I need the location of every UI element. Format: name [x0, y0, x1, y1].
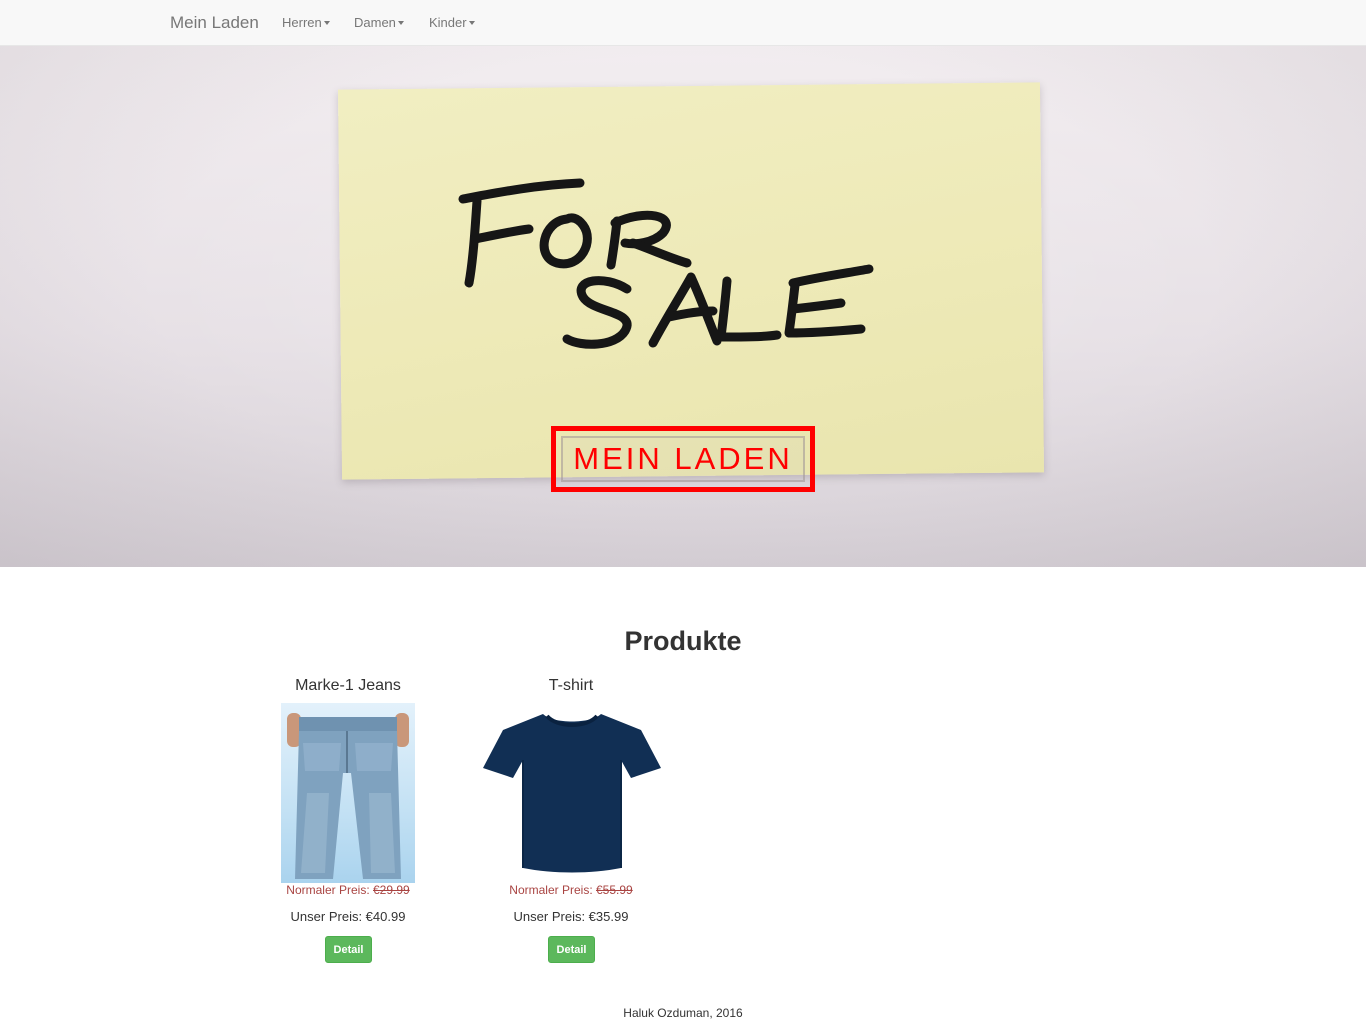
- footer-text: Haluk Ozduman, 2016: [623, 1006, 743, 1020]
- product-image-tshirt[interactable]: [481, 708, 663, 874]
- detail-button-jeans[interactable]: Detail: [325, 936, 372, 963]
- normal-price-label: Normaler Preis:: [286, 883, 370, 897]
- nav-menu-herren[interactable]: Herren: [282, 15, 330, 30]
- nav-menu-damen[interactable]: Damen: [354, 15, 404, 30]
- nav-menu-kinder[interactable]: Kinder: [429, 15, 475, 30]
- caret-down-icon: [468, 20, 475, 25]
- caret-down-icon: [397, 20, 404, 25]
- product-image-jeans[interactable]: [281, 703, 415, 883]
- jeans-illustration: [287, 713, 409, 879]
- normal-price-value: €55.99: [596, 883, 633, 897]
- hero-banner: MEIN LADEN: [0, 46, 1366, 567]
- normal-price-jeans: Normaler Preis: €29.99: [248, 883, 448, 897]
- nav-menu-label: Kinder: [429, 15, 467, 30]
- nav-menu-label: Herren: [282, 15, 322, 30]
- hero-title-frame: MEIN LADEN: [551, 426, 815, 492]
- for-sale-handwriting: [458, 178, 874, 349]
- normal-price-label: Normaler Preis:: [509, 883, 593, 897]
- tshirt-illustration: [483, 714, 661, 873]
- brand-link[interactable]: Mein Laden: [170, 13, 259, 33]
- normal-price-value: €29.99: [373, 883, 410, 897]
- normal-price-tshirt: Normaler Preis: €55.99: [471, 883, 671, 897]
- product-name-jeans: Marke-1 Jeans: [295, 677, 401, 694]
- product-name-tshirt: T-shirt: [548, 677, 594, 694]
- caret-down-icon: [323, 20, 330, 25]
- our-price-jeans: Unser Preis: €40.99: [290, 909, 406, 924]
- hero-title: MEIN LADEN: [561, 436, 805, 482]
- our-price-tshirt: Unser Preis: €35.99: [513, 909, 629, 924]
- nav-menu-label: Damen: [354, 15, 396, 30]
- navbar: Mein Laden Herren Damen Kinder: [0, 0, 1366, 46]
- products-heading: Produkte: [624, 626, 742, 656]
- detail-button-tshirt[interactable]: Detail: [548, 936, 595, 963]
